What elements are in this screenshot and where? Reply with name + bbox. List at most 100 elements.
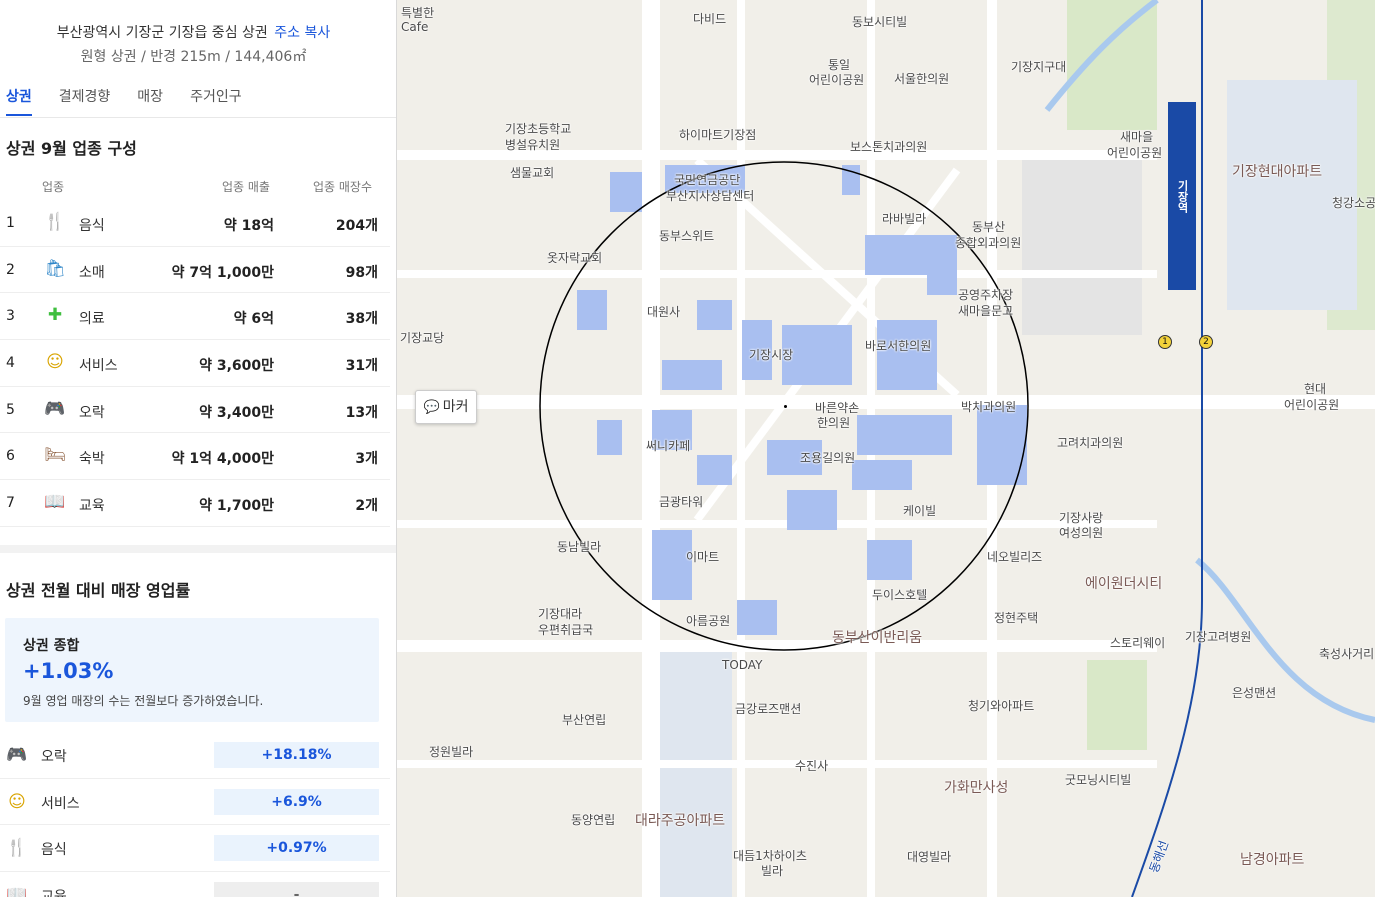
tab-residents[interactable]: 주거인구 (190, 86, 242, 116)
summary-description: 9월 영업 매장의 수는 전월보다 증가하였습니다. (23, 694, 264, 708)
store-block (652, 530, 692, 600)
map-label: 특별한 (401, 6, 435, 20)
map-label: 대원사 (647, 305, 681, 319)
exit-1-marker[interactable]: 1 (1158, 335, 1172, 349)
category-store-count: 2개 (355, 498, 378, 515)
table-row[interactable]: 4 ☺ 서비스 약 3,600만 31개 (0, 340, 390, 387)
map-label: 굿모닝시티빌 (1065, 773, 1132, 787)
map-label: 옷자락교회 (547, 251, 603, 265)
store-block (787, 490, 837, 530)
map-label: 다비드 (693, 12, 727, 26)
list-item[interactable]: 🎮 오락 +18.18% (0, 732, 390, 779)
map-label: 기장현대아파트 (1232, 164, 1323, 180)
table-row[interactable]: 7 📖 교육 약 1,700만 2개 (0, 480, 390, 527)
category-name: 오락 (41, 749, 67, 765)
map-label: 부산연립 (562, 713, 607, 727)
category-name: 오락 (79, 404, 105, 421)
map-label: 서울한의원 (894, 72, 950, 86)
store-block (662, 360, 722, 390)
change-value: +0.97% (214, 835, 379, 861)
map-label: 어린이공원 (809, 73, 865, 87)
category-name: 교육 (79, 498, 105, 515)
map-label: 기장지구대 (1011, 60, 1067, 74)
green-area (1087, 660, 1147, 750)
operating-rate-list: 🎮 오락 +18.18% ☺ 서비스 +6.9% 🍴 음식 +0.97% 📖 교… (0, 732, 390, 897)
station-name: 기장역 (1176, 180, 1189, 213)
map-label: Cafe (401, 20, 429, 34)
map-label: 종합외과의원 (955, 236, 1022, 250)
map-label: 대라주공아파트 (635, 813, 726, 829)
change-value: - (214, 881, 379, 897)
map-label: 이마트 (686, 550, 720, 564)
map-label: 기장교당 (400, 331, 445, 345)
map-label: 네오빌리즈 (987, 550, 1043, 564)
food-icon: 🍴 (44, 212, 66, 232)
map-label: 기장시장 (749, 348, 794, 362)
operating-summary-card: 상권 종합 +1.03% 9월 영업 매장의 수는 전월보다 증가하였습니다. (5, 618, 379, 722)
header-sales: 업종 매출 (222, 180, 270, 194)
list-item[interactable]: ☺ 서비스 +6.9% (0, 779, 390, 825)
category-name: 음식 (79, 218, 105, 234)
change-value: +18.18% (214, 742, 379, 768)
map-label: 기장고려병원 (1185, 630, 1252, 644)
list-item[interactable]: 🍴 음식 +0.97% (0, 825, 390, 872)
category-sales: 약 18억 (223, 218, 274, 234)
store-block (937, 240, 957, 290)
map-label: 청강소공 (1332, 196, 1375, 210)
tab-district[interactable]: 상권 (6, 86, 32, 116)
store-block (577, 290, 607, 330)
map-label: 어린이공원 (1284, 398, 1340, 412)
map-label: 정원빌라 (429, 745, 474, 759)
exit-2-marker[interactable]: 2 (1199, 335, 1213, 349)
book-icon: 📖 (6, 884, 28, 897)
summary-title: 상권 종합 (23, 638, 80, 654)
map-label: 기장대라 (538, 607, 583, 621)
category-name: 숙박 (79, 451, 105, 468)
book-icon: 📖 (44, 492, 66, 513)
category-store-count: 204개 (335, 218, 378, 234)
map-label: 축성사거리 (1319, 647, 1375, 661)
summary-value: +1.03% (23, 659, 114, 683)
category-name: 의료 (79, 311, 105, 328)
marker-button[interactable]: 💬 마커 (415, 390, 477, 424)
map-label: 국민연금공단 (674, 173, 741, 187)
green-area (1067, 0, 1157, 130)
copy-address-link[interactable]: 주소 복사 (274, 25, 330, 41)
medical-cross-icon: ✚ (47, 305, 63, 326)
list-item[interactable]: 📖 교육 - (0, 872, 390, 897)
shopping-bag-icon: 🛍 (44, 258, 66, 279)
tab-stores[interactable]: 매장 (137, 86, 163, 116)
map-label: 수진사 (795, 759, 829, 773)
map-label: 스토리웨이 (1110, 636, 1166, 650)
category-sales: 약 3,400만 (199, 404, 274, 421)
map-label: 두이스호텔 (872, 588, 928, 602)
road (397, 270, 1157, 278)
category-store-count: 38개 (345, 311, 378, 328)
district-subtitle: 원형 상권 / 반경 215m / 144,406㎡ (80, 49, 307, 65)
category-name: 서비스 (41, 795, 80, 812)
station-box[interactable]: 기장역 (1168, 102, 1196, 290)
map-label: TODAY (722, 658, 763, 672)
map-label: 부산지사상담센터 (666, 189, 755, 203)
map-label: 고려치과의원 (1057, 436, 1124, 450)
map-label: 남경아파트 (1240, 852, 1305, 868)
rank: 2 (6, 261, 15, 278)
map-view[interactable]: 💬 마커 기장역 1 2 특별한 Cafe 다비드 동보시티빌 통일 어린이공원 … (397, 0, 1375, 897)
map-label: 빌라 (761, 864, 784, 878)
tab-payment-trend[interactable]: 결제경향 (59, 86, 111, 116)
change-value: +6.9% (214, 788, 379, 815)
rank: 6 (6, 448, 15, 465)
speech-bubble-icon: 💬 (423, 400, 440, 415)
map-label: 한의원 (817, 416, 851, 430)
marker-button-label: 마커 (442, 399, 469, 415)
table-row[interactable]: 1 🍴 음식 약 18억 204개 (0, 200, 390, 247)
map-label: 청기와아파트 (968, 699, 1035, 713)
address-text: 부산광역시 기장군 기장읍 중심 상권 (56, 25, 268, 41)
table-row[interactable]: 6 🛏 숙박 약 1억 4,000만 3개 (0, 433, 390, 481)
store-block (737, 600, 777, 635)
table-row[interactable]: 5 🎮 오락 약 3,400만 13개 (0, 387, 390, 434)
table-row[interactable]: 3 ✚ 의료 약 6억 38개 (0, 293, 390, 341)
table-row[interactable]: 2 🛍 소매 약 7억 1,000만 98개 (0, 247, 390, 294)
road (397, 760, 1157, 768)
map-label: 은성맨션 (1232, 686, 1277, 700)
